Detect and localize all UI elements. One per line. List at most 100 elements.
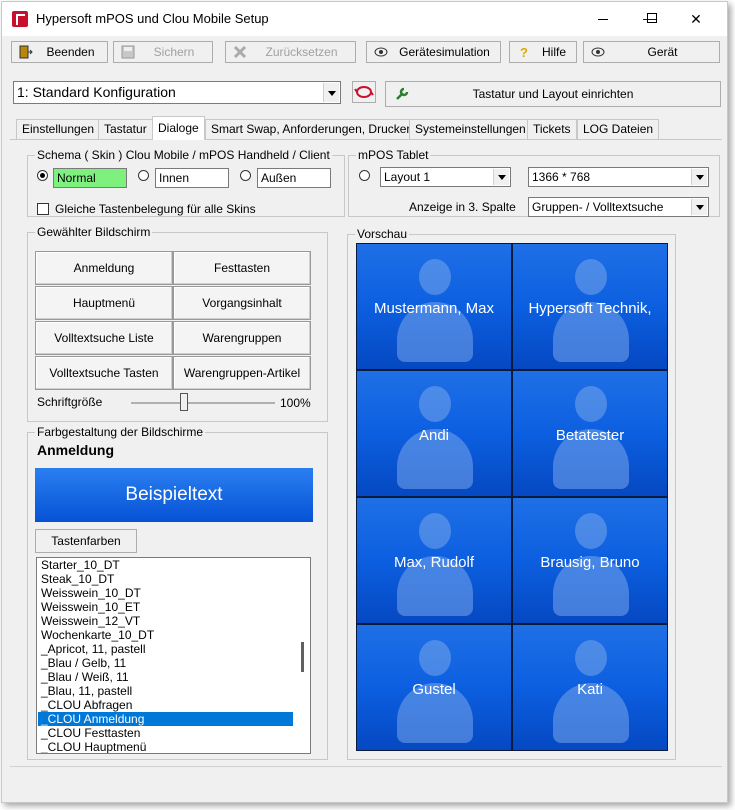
help-icon: ? [520, 45, 528, 59]
preview-panel: Mustermann, Max Hypersoft Technik, Andi … [356, 243, 668, 751]
chevron-down-icon [493, 169, 509, 185]
tab-tickets[interactable]: Tickets [527, 119, 577, 139]
radio-aussen[interactable] [240, 170, 251, 181]
user-tile[interactable]: Mustermann, Max [357, 244, 511, 369]
user-avatar-icon [575, 513, 607, 549]
list-item[interactable]: Wochenkarte_10_DT [38, 628, 293, 642]
schema-normal-field[interactable]: Normal [53, 168, 127, 188]
screen-warengruppen-artikel-button[interactable]: Warengruppen-Artikel [173, 356, 311, 390]
reset-icon [233, 45, 247, 59]
user-avatar-icon [419, 386, 451, 422]
sichern-button[interactable]: Sichern [113, 41, 213, 63]
user-tile[interactable]: Gustel [357, 625, 511, 750]
list-scrollbar-thumb[interactable] [301, 642, 304, 672]
radio-innen[interactable] [138, 170, 149, 181]
beenden-button[interactable]: Beenden [11, 41, 108, 63]
color-group-label: Farbgestaltung der Bildschirme [35, 425, 206, 439]
user-tile[interactable]: Brausig, Bruno [513, 498, 667, 623]
user-avatar-icon [575, 386, 607, 422]
eye-icon [374, 47, 388, 57]
screen-volltextsuche-tasten-button[interactable]: Volltextsuche Tasten [35, 356, 173, 390]
color-scheme-list[interactable]: Starter_10_DT Steak_10_DT Weisswein_10_D… [36, 557, 311, 754]
tastatur-layout-button[interactable]: Tastatur und Layout einrichten [385, 81, 721, 107]
tab-einstellungen[interactable]: Einstellungen [16, 119, 101, 139]
tastenfarben-button[interactable]: Tastenfarben [35, 529, 137, 553]
list-item[interactable]: _Blau / Weiß, 11 [38, 670, 293, 684]
user-tile[interactable]: Betatester [513, 371, 667, 496]
list-item[interactable]: Steak_10_DT [38, 572, 293, 586]
list-item[interactable]: Weisswein_10_ET [38, 600, 293, 614]
configuration-select[interactable]: 1: Standard Konfiguration [13, 81, 341, 104]
screen-group-label: Gewählter Bildschirm [35, 225, 153, 239]
refresh-config-button[interactable] [352, 81, 376, 103]
tab-dialoge[interactable]: Dialoge [152, 116, 205, 140]
geraetesimulation-button[interactable]: Gerätesimulation [366, 41, 501, 63]
schema-innen-field[interactable]: Innen [155, 168, 229, 188]
chevron-down-icon [691, 169, 707, 185]
same-keys-label: Gleiche Tastenbelegung für alle Skins [55, 202, 256, 216]
list-item[interactable]: Weisswein_10_DT [38, 586, 293, 600]
preview-group-label: Vorschau [355, 227, 410, 241]
user-avatar-icon [419, 259, 451, 295]
tablet-layout-select[interactable]: Layout 1 [380, 167, 511, 187]
wrench-icon [396, 87, 409, 100]
list-item[interactable]: _CLOU Abfragen [38, 698, 293, 712]
screen-anmeldung-button[interactable]: Anmeldung [35, 251, 173, 285]
tablet-group-label: mPOS Tablet [356, 148, 431, 162]
device-eye-icon [591, 47, 605, 57]
sample-text-preview[interactable]: Beispieltext [35, 468, 313, 522]
title-bar: Hypersoft mPOS und Clou Mobile Setup — ✕ [2, 2, 727, 36]
close-button[interactable]: ✕ [673, 2, 719, 36]
tablet-resolution-select[interactable]: 1366 * 768 [528, 167, 709, 187]
same-keys-checkbox[interactable] [37, 203, 49, 215]
zuruecksetzen-button[interactable]: Zurücksetzen [225, 41, 356, 63]
font-size-value: 100% [280, 396, 311, 410]
user-avatar-icon [419, 513, 451, 549]
screen-volltextsuche-liste-button[interactable]: Volltextsuche Liste [35, 321, 173, 355]
schema-aussen-field[interactable]: Außen [257, 168, 331, 188]
column3-select[interactable]: Gruppen- / Volltextsuche [528, 197, 709, 217]
screen-festtasten-button[interactable]: Festtasten [173, 251, 311, 285]
list-item[interactable]: _CLOU Festtasten [38, 726, 293, 740]
sync-icon [354, 86, 374, 98]
list-item[interactable]: _Blau / Gelb, 11 [38, 656, 293, 670]
selected-screen-name: Anmeldung [37, 442, 114, 458]
hilfe-button[interactable]: ? Hilfe [509, 41, 577, 63]
user-avatar-icon [575, 259, 607, 295]
exit-door-icon [19, 45, 33, 59]
tab-strip-line [10, 139, 722, 140]
screen-vorgangsinhalt-button[interactable]: Vorgangsinhalt [173, 286, 311, 320]
tab-smart-swap[interactable]: Smart Swap, Anforderungen, Drucker [205, 119, 417, 139]
list-item[interactable]: Starter_10_DT [38, 558, 293, 572]
screen-warengruppen-button[interactable]: Warengruppen [173, 321, 311, 355]
schema-group-label: Schema ( Skin ) Clou Mobile / mPOS Handh… [35, 148, 332, 162]
radio-normal[interactable] [37, 170, 48, 181]
screen-hauptmenue-button[interactable]: Hauptmenü [35, 286, 173, 320]
user-avatar-icon [419, 640, 451, 676]
window-title: Hypersoft mPOS und Clou Mobile Setup [36, 11, 269, 26]
list-item[interactable]: Weisswein_12_VT [38, 614, 293, 628]
font-size-track [131, 402, 275, 404]
user-tile[interactable]: Kati [513, 625, 667, 750]
bottom-divider [10, 766, 722, 767]
minimize-icon [598, 19, 608, 20]
column3-label: Anzeige in 3. Spalte [409, 200, 516, 214]
list-item[interactable]: _Blau, 11, pastell [38, 684, 293, 698]
tab-tastatur[interactable]: Tastatur [98, 119, 153, 139]
geraet-button[interactable]: Gerät [583, 41, 720, 63]
tab-systemeinstellungen[interactable]: Systemeinstellungen [409, 119, 532, 139]
list-item[interactable]: _CLOU Hauptmenü [38, 740, 293, 753]
list-item[interactable]: _Apricot, 11, pastell [38, 642, 293, 656]
save-icon [121, 45, 135, 59]
user-tile[interactable]: Andi [357, 371, 511, 496]
radio-tablet[interactable] [359, 170, 370, 181]
app-window: Hypersoft mPOS und Clou Mobile Setup — ✕… [1, 1, 728, 803]
user-tile[interactable]: Hypersoft Technik, [513, 244, 667, 369]
chevron-down-icon [323, 83, 339, 102]
user-tile[interactable]: Max, Rudolf [357, 498, 511, 623]
maximize-icon [647, 13, 657, 23]
user-avatar-icon [575, 640, 607, 676]
tab-log-dateien[interactable]: LOG Dateien [577, 119, 660, 139]
font-size-slider[interactable] [180, 393, 188, 411]
list-item-selected[interactable]: _CLOU Anmeldung [38, 712, 293, 726]
